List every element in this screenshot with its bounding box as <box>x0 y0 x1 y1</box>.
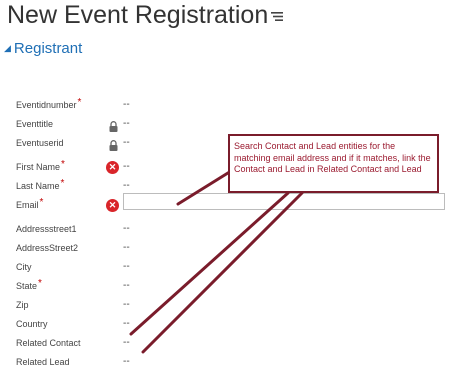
callout-note: Search Contact and Lead entities for the… <box>228 134 439 193</box>
callout-arrows <box>129 161 304 354</box>
callout-text: Search Contact and Lead entities for the… <box>234 141 431 174</box>
